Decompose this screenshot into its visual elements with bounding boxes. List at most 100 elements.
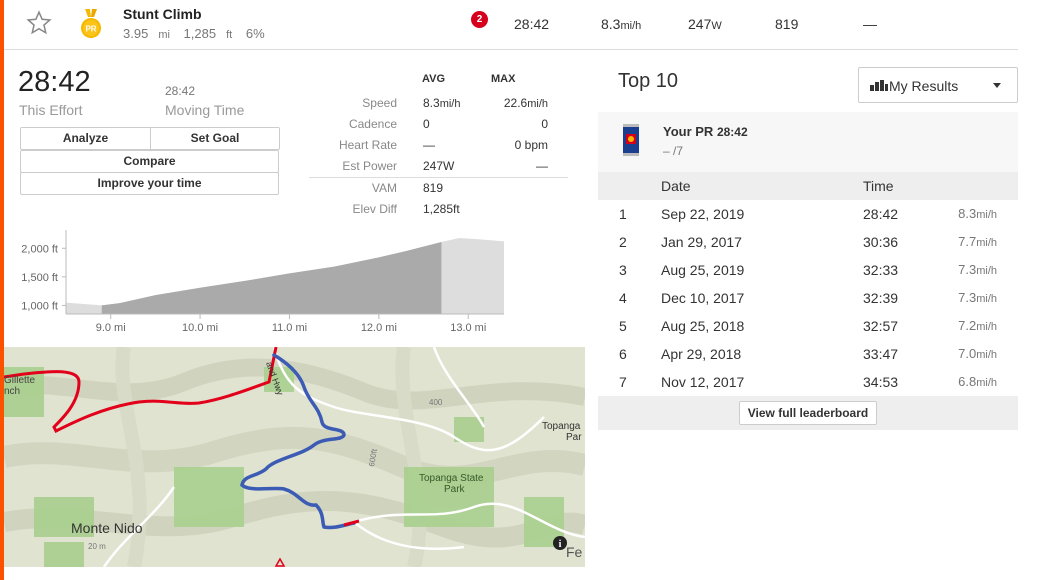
stat-avg-speed: 8.3mi/h	[423, 96, 461, 110]
segment-summary-stats: 3.95 mi 1,285 ft 6%	[123, 26, 275, 41]
segment-header-row[interactable]: PR Stunt Climb 3.95 mi 1,285 ft 6% 2 28:42…	[4, 0, 1018, 50]
leaderboard-row[interactable]: 3 Aug 25, 2019 32:33 7.3mi/h	[598, 256, 1018, 284]
row-date-link[interactable]: Apr 29, 2018	[661, 346, 741, 362]
rank-badge: 2	[471, 11, 488, 28]
stats-divider	[309, 177, 568, 178]
map-label-ranch: nch	[4, 386, 20, 397]
segment-speed: 8.3mi/h	[601, 16, 642, 32]
row-speed: 8.3mi/h	[958, 206, 997, 221]
compare-button[interactable]: Compare	[20, 150, 279, 173]
your-pr-rank: – /7	[663, 144, 684, 158]
moving-time-label: Moving Time	[165, 102, 245, 118]
leaderboard-row[interactable]: 1 Sep 22, 2019 28:42 8.3mi/h	[598, 200, 1018, 228]
results-filter-label: My Results	[889, 78, 959, 94]
row-speed: 7.3mi/h	[958, 262, 997, 277]
elevation-y-tick-label: 1,000 ft	[21, 300, 58, 312]
row-date-link[interactable]: Dec 10, 2017	[661, 290, 744, 306]
row-speed: 7.2mi/h	[958, 318, 997, 333]
leaderboard-row[interactable]: 6 Apr 29, 2018 33:47 7.0mi/h	[598, 340, 1018, 368]
elevation-x-tick-label: 9.0 mi	[96, 322, 126, 334]
elevation-area-segment	[101, 241, 442, 314]
row-date-link[interactable]: Sep 22, 2019	[661, 206, 744, 222]
leaderboard-row[interactable]: 4 Dec 10, 2017 32:39 7.3mi/h	[598, 284, 1018, 312]
improve-time-button[interactable]: Improve your time	[20, 172, 279, 195]
stat-label-vam: VAM	[371, 181, 397, 195]
view-full-leaderboard-button[interactable]: View full leaderboard	[739, 401, 877, 425]
stat-label-speed: Speed	[362, 96, 397, 110]
elevation-x-tick-label: 13.0 mi	[450, 322, 486, 334]
row-rank: 5	[619, 318, 627, 334]
row-rank: 7	[619, 374, 627, 390]
stat-label-heart-rate: Heart Rate	[338, 138, 397, 152]
map-label-contour-20m: 20 m	[88, 542, 106, 551]
row-time: 32:57	[863, 318, 899, 334]
segment-name-link[interactable]: Stunt Climb	[123, 6, 202, 22]
stat-max-cadence: 0	[541, 117, 548, 131]
elevation-x-tick-label: 10.0 mi	[182, 322, 218, 334]
analyze-button[interactable]: Analyze	[20, 127, 151, 150]
set-goal-button[interactable]: Set Goal	[150, 127, 280, 150]
row-date-link[interactable]: Aug 25, 2019	[661, 262, 744, 278]
your-pr-time: 28:42	[716, 125, 748, 139]
map-label-topanga: Topanga	[542, 421, 581, 432]
stat-value-vam: 819	[423, 181, 444, 195]
map-label-gillette: Gillette	[4, 375, 36, 386]
pr-medal-icon: PR	[81, 9, 101, 38]
stat-avg-power: 247W	[423, 159, 455, 173]
stat-max-heart-rate: 0 bpm	[514, 138, 548, 152]
segment-power: 247W	[688, 16, 722, 32]
segment-heart-rate: —	[863, 16, 877, 32]
segment-elevation: 1,285 ft	[183, 26, 233, 41]
stat-label-cadence: Cadence	[348, 117, 397, 131]
athlete-avatar[interactable]	[622, 122, 640, 158]
segment-grade: 6%	[245, 26, 265, 41]
elevation-y-tick-label: 2,000 ft	[21, 243, 58, 255]
leaderboard-header: Date Time	[598, 172, 1018, 200]
stats-avg-header: AVG	[422, 73, 446, 85]
row-time: 33:47	[863, 346, 899, 362]
row-date-link[interactable]: Jan 29, 2017	[661, 234, 742, 250]
map-label-park: Park	[444, 484, 466, 495]
chevron-down-icon	[993, 83, 1001, 88]
segment-time: 28:42	[514, 16, 550, 32]
map-label-fe: Fe	[566, 544, 583, 560]
row-rank: 1	[619, 206, 627, 222]
effort-time: 28:42	[18, 66, 91, 98]
elevation-x-tick-label: 11.0 mi	[272, 322, 307, 334]
leaderboard-footer: View full leaderboard	[598, 396, 1018, 430]
map-info-glyph: i	[559, 539, 562, 550]
pr-medal-label: PR	[85, 25, 96, 34]
map-label-par: Par	[566, 432, 582, 443]
row-speed: 7.7mi/h	[958, 234, 997, 249]
leaderboard-title: Top 10	[618, 70, 679, 92]
leaderboard-row[interactable]: 5 Aug 25, 2018 32:57 7.2mi/h	[598, 312, 1018, 340]
your-pr-card: Your PR 28:42 – /7	[598, 112, 1018, 172]
row-date-link[interactable]: Aug 25, 2018	[661, 318, 744, 334]
bar-chart-icon	[870, 80, 888, 91]
row-time: 32:39	[863, 290, 899, 306]
col-header-time: Time	[863, 178, 894, 194]
row-rank: 4	[619, 290, 627, 306]
row-time: 28:42	[863, 206, 899, 222]
stat-max-speed: 22.6mi/h	[503, 96, 548, 110]
elevation-y-tick-label: 1,500 ft	[21, 272, 58, 284]
stat-label-power: Est Power	[342, 159, 397, 173]
results-filter-dropdown[interactable]: My Results	[858, 67, 1018, 103]
stat-max-power: —	[536, 159, 548, 173]
moving-time-value: 28:42	[165, 84, 196, 98]
elevation-x-tick-label: 12.0 mi	[361, 322, 397, 334]
map-label-topanga-state: Topanga State	[419, 473, 484, 484]
row-speed: 6.8mi/h	[958, 374, 997, 389]
col-header-date: Date	[661, 178, 691, 194]
star-icon[interactable]	[26, 10, 52, 36]
segment-map[interactable]: Gillette nch Monte Nido Topanga State Pa…	[4, 347, 585, 567]
segment-distance: 3.95 mi	[123, 26, 170, 41]
stat-value-elev-diff: 1,285ft	[423, 202, 460, 216]
elevation-profile-chart[interactable]: 2,000 ft 1,500 ft 1,000 ft 9.0 mi 10.0 mi 11.…	[4, 228, 544, 340]
map-label-contour-400: 400	[429, 398, 443, 407]
row-date-link[interactable]: Nov 12, 2017	[661, 374, 744, 390]
row-rank: 6	[619, 346, 627, 362]
leaderboard-row[interactable]: 7 Nov 12, 2017 34:53 6.8mi/h	[598, 368, 1018, 396]
leaderboard-row[interactable]: 2 Jan 29, 2017 30:36 7.7mi/h	[598, 228, 1018, 256]
stat-avg-cadence: 0	[423, 117, 430, 131]
